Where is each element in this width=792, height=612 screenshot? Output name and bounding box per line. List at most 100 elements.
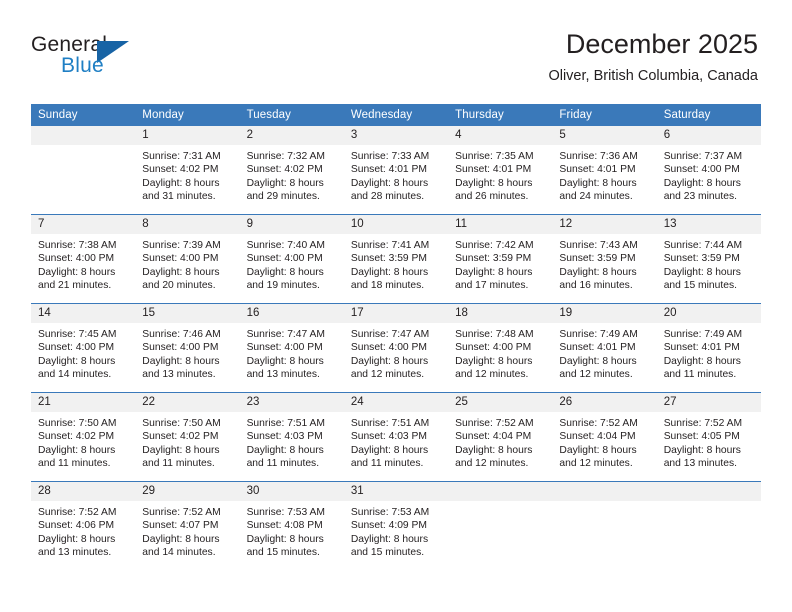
day-details: [552, 501, 656, 570]
day-details: Sunrise: 7:45 AM Sunset: 4:00 PM Daylight:…: [31, 323, 135, 392]
daylight-text-line2: and 13 minutes.: [142, 369, 216, 381]
day-details: Sunrise: 7:39 AM Sunset: 4:00 PM Daylight:…: [135, 234, 239, 303]
calendar-day-cell[interactable]: 5 Sunrise: 7:36 AM Sunset: 4:01 PM Daylight…: [552, 126, 657, 215]
sunset-text: Sunset: 4:02 PM: [38, 431, 115, 443]
day-number: 3: [343, 126, 449, 145]
page-header: General Blue December 2025 Oliver, Briti…: [0, 0, 792, 100]
sunset-text: Sunset: 3:59 PM: [350, 253, 427, 265]
calendar-day-cell[interactable]: 27 Sunrise: 7:52 AM Sunset: 4:05 PM Dayligh…: [656, 392, 761, 482]
sunrise-text: Sunrise: 7:50 AM: [142, 418, 221, 429]
day-details: Sunrise: 7:43 AM Sunset: 3:59 PM Daylight:…: [552, 234, 656, 303]
sunset-text: Sunset: 4:02 PM: [246, 164, 323, 176]
calendar-day-cell[interactable]: 11 Sunrise: 7:42 AM Sunset: 3:59 PM Dayligh…: [448, 214, 553, 304]
calendar-day-cell[interactable]: 9 Sunrise: 7:40 AM Sunset: 4:00 PM Daylight…: [239, 214, 344, 304]
daylight-text-line1: Daylight: 8 hours: [559, 355, 637, 367]
day-number: 9: [239, 215, 344, 234]
page-title: December 2025: [565, 29, 758, 59]
calendar-day-cell[interactable]: 4 Sunrise: 7:35 AM Sunset: 4:01 PM Daylight…: [448, 126, 553, 215]
calendar-day-cell[interactable]: 13 Sunrise: 7:44 AM Sunset: 3:59 PM Dayligh…: [656, 214, 761, 304]
sunrise-text: Sunrise: 7:49 AM: [559, 329, 638, 340]
sunset-text: Sunset: 4:00 PM: [246, 253, 323, 265]
daylight-text-line1: Daylight: 8 hours: [350, 444, 429, 456]
daylight-text-line1: Daylight: 8 hours: [663, 266, 741, 278]
daylight-text-line1: Daylight: 8 hours: [559, 177, 637, 189]
day-details: Sunrise: 7:31 AM Sunset: 4:02 PM Daylight:…: [135, 145, 239, 214]
day-number: [656, 482, 761, 501]
daylight-text-line1: Daylight: 8 hours: [350, 266, 429, 278]
calendar-day-cell[interactable]: 20 Sunrise: 7:49 AM Sunset: 4:01 PM Dayligh…: [656, 303, 761, 393]
sunset-text: Sunset: 4:07 PM: [142, 520, 219, 532]
calendar-day-cell[interactable]: 22 Sunrise: 7:50 AM Sunset: 4:02 PM Dayligh…: [135, 392, 240, 482]
calendar-day-cell[interactable]: 21 Sunrise: 7:50 AM Sunset: 4:02 PM Dayligh…: [31, 392, 136, 482]
day-number: 13: [656, 215, 761, 234]
sunrise-text: Sunrise: 7:36 AM: [559, 151, 638, 162]
day-number: 29: [135, 482, 240, 501]
day-details: Sunrise: 7:37 AM Sunset: 4:00 PM Daylight:…: [657, 145, 761, 214]
sunrise-text: Sunrise: 7:37 AM: [663, 151, 743, 162]
sunrise-text: Sunrise: 7:51 AM: [350, 418, 430, 429]
daylight-text-line2: and 28 minutes.: [350, 191, 425, 203]
day-details: Sunrise: 7:42 AM Sunset: 3:59 PM Daylight:…: [448, 234, 552, 303]
day-details: Sunrise: 7:33 AM Sunset: 4:01 PM Daylight:…: [344, 145, 448, 214]
calendar-day-cell[interactable]: 19 Sunrise: 7:49 AM Sunset: 4:01 PM Dayligh…: [552, 303, 657, 393]
calendar-day-cell[interactable]: 14 Sunrise: 7:45 AM Sunset: 4:00 PM Dayligh…: [31, 303, 136, 393]
sunrise-text: Sunrise: 7:40 AM: [246, 240, 325, 251]
sunset-text: Sunset: 4:05 PM: [663, 431, 740, 443]
calendar-day-cell[interactable]: 7 Sunrise: 7:38 AM Sunset: 4:00 PM Daylight…: [31, 214, 136, 304]
generalblue-logo[interactable]: General Blue: [31, 33, 161, 83]
day-number: 21: [31, 393, 136, 412]
calendar-day-cell[interactable]: 18 Sunrise: 7:48 AM Sunset: 4:00 PM Dayligh…: [448, 303, 553, 393]
calendar-day-cell[interactable]: 1 Sunrise: 7:31 AM Sunset: 4:02 PM Daylight…: [135, 126, 240, 215]
calendar-day-cell[interactable]: 3 Sunrise: 7:33 AM Sunset: 4:01 PM Daylight…: [343, 126, 449, 215]
day-details: Sunrise: 7:47 AM Sunset: 4:00 PM Daylight:…: [344, 323, 448, 392]
sunset-text: Sunset: 4:00 PM: [142, 342, 219, 354]
sunrise-text: Sunrise: 7:52 AM: [38, 507, 117, 518]
sunset-text: Sunset: 4:04 PM: [559, 431, 636, 443]
calendar-day-cell[interactable]: 10 Sunrise: 7:41 AM Sunset: 3:59 PM Dayligh…: [343, 214, 449, 304]
calendar-day-cell-empty: [448, 481, 553, 570]
calendar-header-row: Sunday Monday Tuesday Wednesday Thursday…: [31, 104, 761, 126]
calendar-week-row: 28 Sunrise: 7:52 AM Sunset: 4:06 PM Dayligh…: [31, 481, 761, 570]
daylight-text-line2: and 20 minutes.: [142, 280, 216, 292]
day-number: 8: [135, 215, 240, 234]
calendar-day-cell[interactable]: 28 Sunrise: 7:52 AM Sunset: 4:06 PM Dayligh…: [31, 481, 136, 570]
calendar-day-cell[interactable]: 29 Sunrise: 7:52 AM Sunset: 4:07 PM Dayligh…: [135, 481, 240, 570]
calendar-day-cell[interactable]: 23 Sunrise: 7:51 AM Sunset: 4:03 PM Dayligh…: [239, 392, 344, 482]
day-number: 11: [448, 215, 553, 234]
calendar-day-cell[interactable]: 24 Sunrise: 7:51 AM Sunset: 4:03 PM Dayligh…: [343, 392, 449, 482]
day-details: Sunrise: 7:52 AM Sunset: 4:07 PM Daylight:…: [135, 501, 239, 570]
calendar-day-cell[interactable]: 26 Sunrise: 7:52 AM Sunset: 4:04 PM Dayligh…: [552, 392, 657, 482]
day-details: Sunrise: 7:46 AM Sunset: 4:00 PM Daylight:…: [135, 323, 239, 392]
calendar-week-row: 7 Sunrise: 7:38 AM Sunset: 4:00 PM Daylight…: [31, 214, 761, 304]
daylight-text-line2: and 12 minutes.: [350, 369, 425, 381]
calendar-day-cell[interactable]: 16 Sunrise: 7:47 AM Sunset: 4:00 PM Dayligh…: [239, 303, 344, 393]
daylight-text-line2: and 11 minutes.: [350, 458, 424, 470]
sunset-text: Sunset: 4:00 PM: [350, 342, 427, 354]
calendar-day-cell[interactable]: 8 Sunrise: 7:39 AM Sunset: 4:00 PM Daylight…: [135, 214, 240, 304]
calendar-day-cell[interactable]: 15 Sunrise: 7:46 AM Sunset: 4:00 PM Dayligh…: [135, 303, 240, 393]
day-details: Sunrise: 7:50 AM Sunset: 4:02 PM Daylight:…: [31, 412, 135, 481]
day-number: 22: [135, 393, 240, 412]
calendar-day-cell[interactable]: 17 Sunrise: 7:47 AM Sunset: 4:00 PM Dayligh…: [343, 303, 449, 393]
calendar-day-cell-empty: [656, 481, 761, 570]
sunset-text: Sunset: 4:01 PM: [455, 164, 532, 176]
sunset-text: Sunset: 4:00 PM: [38, 342, 115, 354]
day-number: 30: [239, 482, 344, 501]
daylight-text-line2: and 16 minutes.: [559, 280, 633, 292]
day-details: [31, 145, 135, 214]
daylight-text-line2: and 23 minutes.: [663, 191, 737, 203]
sunrise-text: Sunrise: 7:53 AM: [350, 507, 430, 518]
day-number: 7: [31, 215, 136, 234]
daylight-text-line1: Daylight: 8 hours: [455, 177, 533, 189]
daylight-text-line2: and 14 minutes.: [142, 547, 216, 559]
calendar-day-cell[interactable]: 25 Sunrise: 7:52 AM Sunset: 4:04 PM Dayligh…: [448, 392, 553, 482]
day-details: Sunrise: 7:51 AM Sunset: 4:03 PM Daylight:…: [240, 412, 344, 481]
calendar-day-cell[interactable]: 6 Sunrise: 7:37 AM Sunset: 4:00 PM Daylight…: [656, 126, 761, 215]
calendar-day-cell[interactable]: 2 Sunrise: 7:32 AM Sunset: 4:02 PM Daylight…: [239, 126, 344, 215]
sunrise-text: Sunrise: 7:53 AM: [246, 507, 325, 518]
sunset-text: Sunset: 4:02 PM: [142, 431, 219, 443]
calendar-day-cell[interactable]: 12 Sunrise: 7:43 AM Sunset: 3:59 PM Dayligh…: [552, 214, 657, 304]
daylight-text-line2: and 13 minutes.: [38, 547, 112, 559]
calendar-day-cell[interactable]: 30 Sunrise: 7:53 AM Sunset: 4:08 PM Dayligh…: [239, 481, 344, 570]
calendar-day-cell[interactable]: 31 Sunrise: 7:53 AM Sunset: 4:09 PM Dayligh…: [343, 481, 449, 570]
